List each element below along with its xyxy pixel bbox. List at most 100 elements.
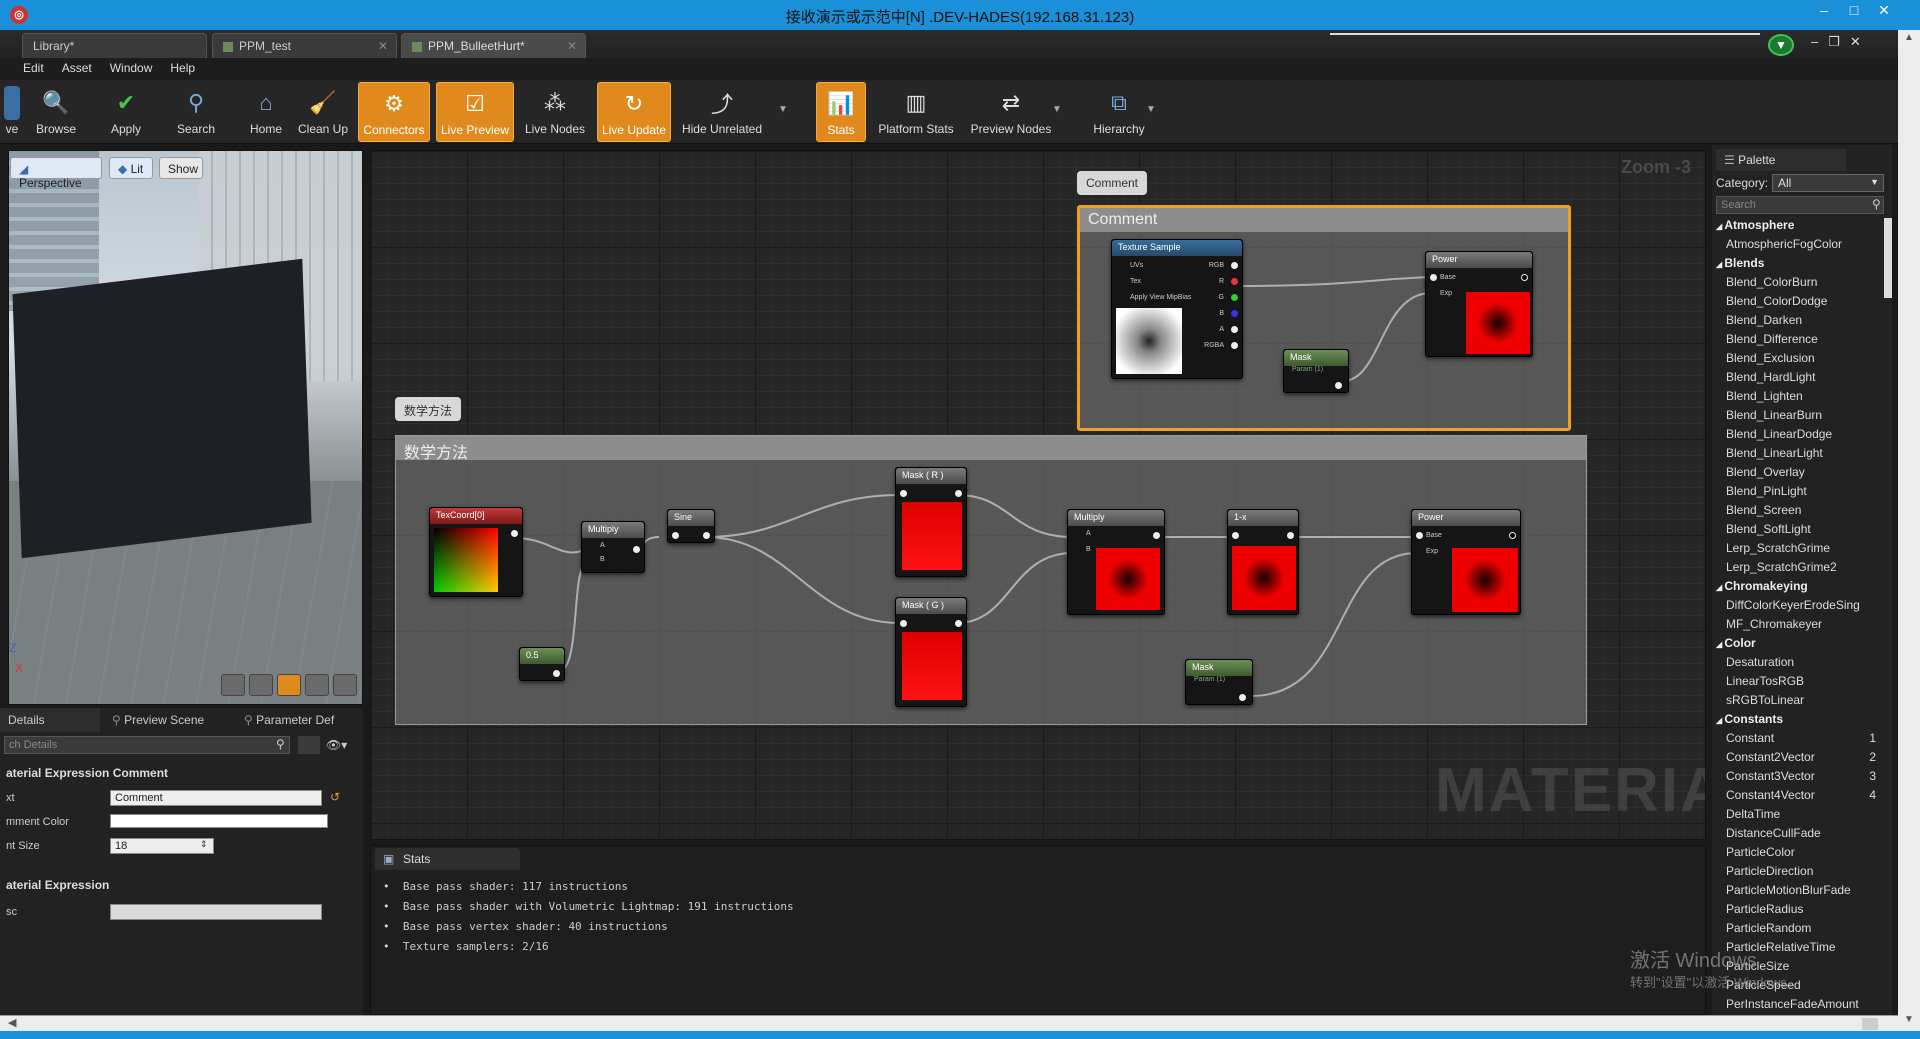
- palette-item[interactable]: DeltaTime: [1712, 807, 1882, 826]
- palette-item[interactable]: Blend_Lighten: [1712, 389, 1882, 408]
- palette-category[interactable]: ◢ Color: [1712, 636, 1882, 655]
- connectors-button[interactable]: ⚙ Connectors: [358, 82, 430, 142]
- output-pin[interactable]: [1509, 532, 1516, 539]
- apply-button[interactable]: ✔ Apply: [98, 82, 154, 142]
- palette-item[interactable]: Blend_HardLight: [1712, 370, 1882, 389]
- palette-scrollbar[interactable]: [1884, 218, 1892, 298]
- editor-close-icon[interactable]: ✕: [1850, 34, 1861, 49]
- tab-details[interactable]: Details: [0, 708, 100, 732]
- horizontal-scrollbar[interactable]: ◀: [0, 1015, 1900, 1031]
- output-pin[interactable]: [1239, 694, 1246, 701]
- perspective-button[interactable]: ◢ Perspective: [10, 157, 102, 190]
- scroll-up-icon[interactable]: ▲: [1904, 32, 1914, 43]
- palette-item[interactable]: Blend_SoftLight: [1712, 522, 1882, 541]
- maximize-button[interactable]: □: [1842, 2, 1866, 22]
- section-material-expression-comment[interactable]: aterial Expression Comment: [6, 766, 168, 780]
- home-button[interactable]: ⌂ Home: [240, 82, 292, 142]
- palette-item[interactable]: DistanceCullFade: [1712, 826, 1882, 845]
- category-select[interactable]: All ▼: [1772, 174, 1884, 192]
- show-button[interactable]: Show: [159, 157, 203, 179]
- palette-item[interactable]: AtmosphericFogColor: [1712, 237, 1882, 256]
- comment-bubble-math[interactable]: 数学方法: [395, 397, 462, 421]
- input-pin[interactable]: [1232, 532, 1239, 539]
- input-pin[interactable]: [1416, 532, 1423, 539]
- power-node[interactable]: Power Base Exp: [1425, 251, 1533, 357]
- comment-box-math[interactable]: 数学方法: [395, 435, 1587, 725]
- palette-item[interactable]: Lerp_ScratchGrime2: [1712, 560, 1882, 579]
- live-nodes-button[interactable]: ⁂ Live Nodes: [520, 82, 590, 142]
- spinner-icon[interactable]: ⇕: [200, 839, 208, 850]
- cube-preview-icon[interactable]: [305, 674, 329, 696]
- palette-item[interactable]: Blend_LinearBurn: [1712, 408, 1882, 427]
- view-options-icon[interactable]: [298, 736, 320, 754]
- menu-edit[interactable]: Edit: [14, 58, 53, 78]
- palette-item[interactable]: Blend_LinearDodge: [1712, 427, 1882, 446]
- palette-item[interactable]: Constant4Vector 4: [1712, 788, 1882, 807]
- output-pin[interactable]: [1231, 262, 1238, 269]
- mask-g-node[interactable]: Mask ( G ): [895, 597, 967, 707]
- palette-item[interactable]: sRGBToLinear: [1712, 693, 1882, 712]
- preview-viewport[interactable]: ◢ Perspective ◆ Lit Show Z X: [8, 150, 363, 705]
- palette-search-input[interactable]: Search: [1716, 196, 1884, 214]
- scroll-left-icon[interactable]: ◀: [8, 1016, 16, 1029]
- platform-stats-button[interactable]: ▥ Platform Stats: [874, 82, 958, 142]
- plane-preview-icon[interactable]: [277, 674, 301, 696]
- output-pin[interactable]: [955, 620, 962, 627]
- output-pin[interactable]: [1231, 342, 1238, 349]
- palette-item[interactable]: Desaturation: [1712, 655, 1882, 674]
- reset-to-default-icon[interactable]: ↺: [330, 790, 340, 804]
- dropdown-arrow-icon[interactable]: ▼: [1146, 104, 1156, 115]
- palette-category[interactable]: ◢ Atmosphere: [1712, 218, 1882, 237]
- comment-bubble[interactable]: Comment: [1077, 171, 1148, 195]
- palette-category[interactable]: ◢ Chromakeying: [1712, 579, 1882, 598]
- close-button[interactable]: ✕: [1872, 2, 1896, 22]
- palette-item[interactable]: LinearTosRGB: [1712, 674, 1882, 693]
- output-pin[interactable]: [633, 546, 640, 553]
- palette-item[interactable]: DiffColorKeyerErodeSing: [1712, 598, 1882, 617]
- editor-restore-icon[interactable]: ❐: [1828, 34, 1840, 49]
- input-pin[interactable]: [900, 490, 907, 497]
- input-pin[interactable]: [672, 532, 679, 539]
- mask-r-node[interactable]: Mask ( R ): [895, 467, 967, 577]
- vertical-scrollbar[interactable]: ▲ ▼: [1898, 30, 1920, 1039]
- tab-stats[interactable]: ▣ Stats: [375, 848, 520, 870]
- comment-text-field[interactable]: Comment: [110, 790, 322, 806]
- texcoord-node[interactable]: TexCoord[0]: [429, 507, 523, 597]
- palette-item[interactable]: Blend_PinLight: [1712, 484, 1882, 503]
- search-button[interactable]: ⚲ Search: [166, 82, 226, 142]
- sine-node[interactable]: Sine: [667, 509, 715, 543]
- scroll-down-icon[interactable]: ▼: [1904, 1014, 1914, 1025]
- live-preview-button[interactable]: ☑ Live Preview: [436, 82, 514, 142]
- palette-item[interactable]: ParticleRadius: [1712, 902, 1882, 921]
- output-pin[interactable]: [1335, 382, 1342, 389]
- output-pin[interactable]: [1521, 274, 1528, 281]
- tab-parameter-defaults[interactable]: ⚲ Parameter Def: [236, 708, 363, 732]
- live-update-button[interactable]: ↻ Live Update: [597, 82, 671, 142]
- output-pin[interactable]: [1231, 326, 1238, 333]
- output-pin[interactable]: [553, 670, 560, 677]
- stats-button[interactable]: 📊 Stats: [816, 82, 866, 142]
- tab-preview-scene[interactable]: ⚲ Preview Scene: [104, 708, 234, 732]
- input-pin[interactable]: [900, 620, 907, 627]
- multiply-node-2[interactable]: Multiply A B: [1067, 509, 1165, 615]
- palette-item[interactable]: ParticleColor: [1712, 845, 1882, 864]
- palette-item[interactable]: ParticleDirection: [1712, 864, 1882, 883]
- sphere-preview-icon[interactable]: [249, 674, 273, 696]
- tab-library[interactable]: Library*: [22, 33, 207, 58]
- scroll-thumb[interactable]: [1862, 1018, 1878, 1030]
- tab-ppm-test[interactable]: PPM_test ✕: [212, 33, 397, 58]
- tab-ppm-bulleethurt[interactable]: PPM_BulleetHurt* ✕: [401, 33, 586, 58]
- texture-sample-node[interactable]: Texture Sample UVs Tex Apply View MipBia…: [1111, 239, 1243, 379]
- constant-node[interactable]: 0.5: [519, 647, 565, 681]
- material-graph[interactable]: Zoom -3 MATERIAL Comment Comment Texture…: [370, 150, 1706, 840]
- output-pin[interactable]: [1153, 532, 1160, 539]
- output-pin[interactable]: [703, 532, 710, 539]
- minimize-button[interactable]: –: [1812, 2, 1836, 22]
- output-pin[interactable]: [1231, 294, 1238, 301]
- dropdown-arrow-icon[interactable]: ▼: [1052, 104, 1062, 115]
- tab-palette[interactable]: ☰ Palette: [1716, 149, 1846, 171]
- palette-item[interactable]: MF_Chromakeyer: [1712, 617, 1882, 636]
- hide-unrelated-button[interactable]: ⤴ Hide Unrelated: [678, 82, 766, 142]
- palette-item[interactable]: Blend_ColorDodge: [1712, 294, 1882, 313]
- mask-param-node[interactable]: Mask Param (1): [1283, 349, 1349, 393]
